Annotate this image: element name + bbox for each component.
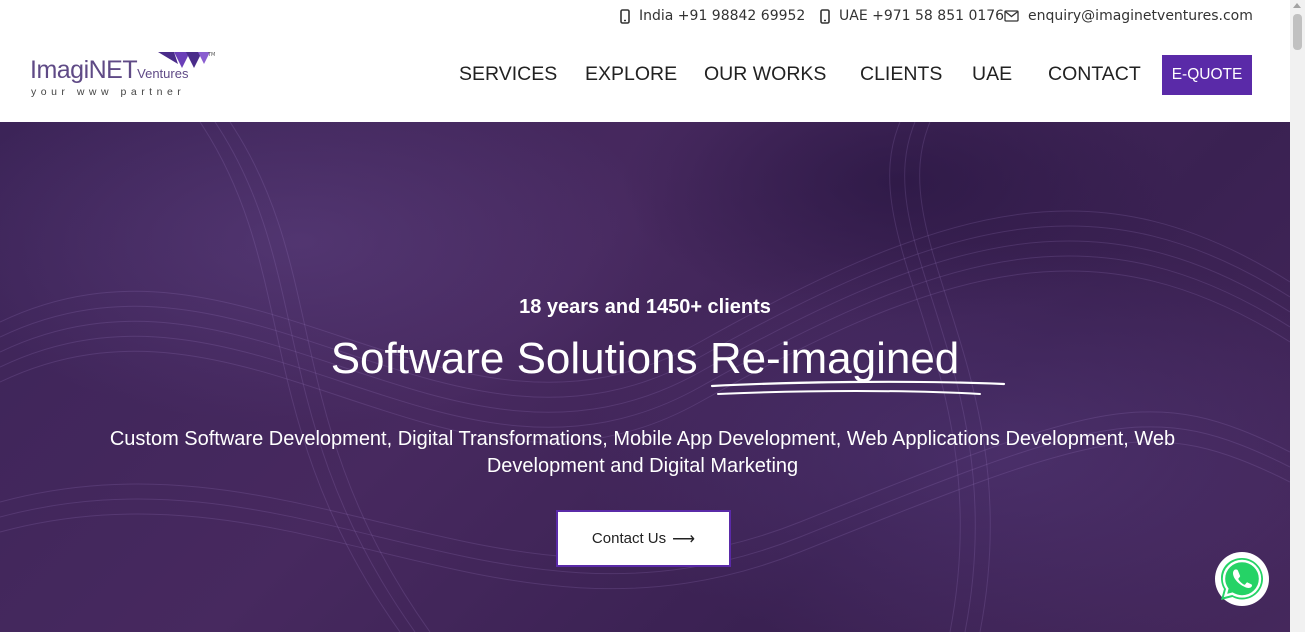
scroll-up-arrow-icon[interactable] <box>1293 3 1301 8</box>
nav-contact[interactable]: CONTACT <box>1048 63 1141 86</box>
nav-clients[interactable]: CLIENTS <box>860 63 942 86</box>
envelope-icon <box>1004 10 1019 22</box>
vertical-scrollbar[interactable] <box>1290 0 1305 632</box>
nav-uae[interactable]: UAE <box>972 63 1012 86</box>
top-contact-bar: India +91 98842 69952 UAE +971 58 851 01… <box>0 0 1290 36</box>
arrow-right-icon: ⟶ <box>672 530 696 548</box>
hero-title-prefix: Software Solutions <box>330 334 698 383</box>
nav-services[interactable]: SERVICES <box>459 63 557 86</box>
contact-us-button[interactable]: Contact Us ⟶ <box>556 510 731 567</box>
uae-phone-link[interactable]: UAE +971 58 851 0176 <box>820 8 1004 24</box>
hero-subtitle: 18 years and 1450+ clients <box>519 296 771 318</box>
scrollbar-thumb[interactable] <box>1293 14 1302 50</box>
phone-icon <box>620 8 630 24</box>
hand-drawn-underline <box>710 380 1005 395</box>
e-quote-button[interactable]: E-QUOTE <box>1162 55 1252 95</box>
nav-explore[interactable]: EXPLORE <box>585 63 677 86</box>
hero-title-highlight-text: Re-imagined <box>709 334 960 383</box>
whatsapp-icon <box>1216 553 1268 605</box>
email-link[interactable]: enquiry@imaginetventures.com <box>1004 8 1253 24</box>
hero-title: Software Solutions Re-imagined <box>0 334 1290 395</box>
main-navigation: SERVICES EXPLORE OUR WORKS CLIENTS UAE C… <box>0 55 1290 95</box>
uae-phone-text: UAE +971 58 851 0176 <box>839 8 1005 24</box>
india-phone-link[interactable]: India +91 98842 69952 <box>620 8 805 24</box>
india-phone-text: India +91 98842 69952 <box>639 8 806 24</box>
nav-our-works[interactable]: OUR WORKS <box>704 63 826 86</box>
whatsapp-chat-button[interactable] <box>1215 552 1269 606</box>
hero-section: 18 years and 1450+ clients Software Solu… <box>0 122 1290 632</box>
phone-icon <box>820 8 830 24</box>
hero-title-highlight: Re-imagined <box>709 334 1005 395</box>
hero-description: Custom Software Development, Digital Tra… <box>109 428 1176 477</box>
email-text: enquiry@imaginetventures.com <box>1028 8 1253 24</box>
contact-us-label: Contact Us <box>591 530 667 547</box>
